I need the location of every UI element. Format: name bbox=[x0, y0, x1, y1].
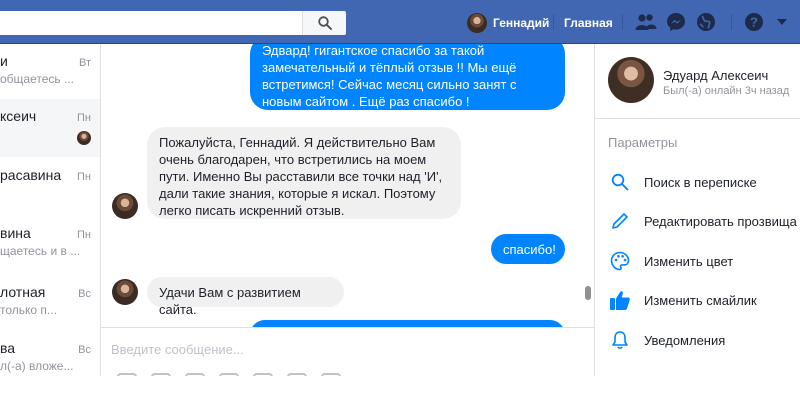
contact-avatar[interactable] bbox=[608, 57, 654, 103]
option-label: Изменить цвет bbox=[644, 253, 734, 269]
option-label: Поиск в переписке bbox=[644, 174, 757, 190]
profile-link[interactable]: Геннадий bbox=[467, 12, 549, 34]
conversation-snippet: щаетесь и в ... bbox=[0, 244, 81, 258]
friends-icon[interactable] bbox=[634, 10, 658, 34]
profile-name: Геннадий bbox=[493, 16, 550, 30]
option-label: Редактировать прозвища bbox=[644, 213, 797, 229]
bell-icon bbox=[608, 328, 632, 352]
avatar bbox=[112, 193, 138, 219]
divider bbox=[731, 14, 732, 30]
conversation-date: Вс bbox=[78, 288, 91, 300]
search-button[interactable] bbox=[302, 11, 346, 35]
avatar bbox=[112, 279, 138, 305]
page-bottom bbox=[0, 376, 800, 409]
section-title: Параметры bbox=[608, 135, 678, 150]
avatar bbox=[467, 13, 487, 33]
conversation-date: Вс bbox=[78, 344, 91, 356]
pencil-icon bbox=[608, 209, 632, 233]
contact-name[interactable]: Эдуард Алексеич bbox=[663, 68, 768, 83]
notifications-option[interactable]: Уведомления bbox=[608, 328, 725, 352]
svg-text:?: ? bbox=[750, 15, 758, 30]
thumbs-up-icon bbox=[608, 288, 632, 312]
conversation-name: расавина bbox=[0, 167, 62, 183]
incoming-message: Пожалуйста, Геннадий. Я действительно Ва… bbox=[147, 127, 461, 219]
conversation-name: вина bbox=[0, 225, 31, 241]
conversation-item[interactable]: расавина Пн bbox=[0, 158, 100, 216]
messenger-icon[interactable] bbox=[664, 10, 688, 34]
conversation-item[interactable]: лотная только п... Вс bbox=[0, 275, 100, 333]
outgoing-message: Эдвард! гигантское спасибо за такой заме… bbox=[250, 44, 565, 110]
change-color-option[interactable]: Изменить цвет bbox=[608, 249, 733, 273]
conversation-item[interactable]: ва л(-а) вложе... Вс bbox=[0, 331, 100, 376]
outgoing-message-partial bbox=[250, 320, 565, 327]
conversation-item[interactable]: ксеич Пн bbox=[0, 99, 100, 157]
scrollbar[interactable] bbox=[585, 286, 591, 300]
message-thread[interactable]: Эдвард! гигантское спасибо за такой заме… bbox=[101, 44, 594, 327]
conversation-info-panel: Эдуард Алексеич Был(-а) онлайн 3ч назад … bbox=[594, 44, 800, 376]
home-link[interactable]: Главная bbox=[564, 16, 613, 30]
help-icon[interactable]: ? bbox=[742, 10, 766, 34]
change-emoji-option[interactable]: Изменить смайлик bbox=[608, 288, 757, 312]
conversation-item[interactable]: вина щаетесь и в ... Пн bbox=[0, 216, 100, 274]
dropdown-arrow-icon[interactable] bbox=[770, 10, 794, 34]
conversation-snippet: только п... bbox=[0, 303, 57, 317]
top-navigation-bar: Геннадий Главная ? bbox=[0, 0, 800, 44]
conversation-name: ксеич bbox=[0, 108, 37, 124]
conversation-item[interactable]: и общаетесь ... Вт bbox=[0, 44, 100, 102]
contact-status: Был(-а) онлайн 3ч назад bbox=[663, 85, 790, 97]
search-icon bbox=[317, 16, 332, 30]
outgoing-message: спасибо! bbox=[491, 234, 565, 264]
conversation-name: лотная bbox=[0, 284, 46, 300]
search-in-conversation-option[interactable]: Поиск в переписке bbox=[608, 170, 757, 194]
message-input[interactable] bbox=[111, 342, 571, 357]
globe-icon[interactable] bbox=[694, 10, 718, 34]
option-label: Уведомления bbox=[644, 332, 726, 348]
divider bbox=[553, 14, 554, 30]
conversation-list: и общаетесь ... Вт ксеич Пн расавина Пн … bbox=[0, 44, 101, 376]
conversation-date: Вт bbox=[78, 57, 91, 69]
search-icon bbox=[608, 170, 632, 194]
palette-icon bbox=[608, 249, 632, 273]
edit-nicknames-option[interactable]: Редактировать прозвища bbox=[608, 209, 797, 233]
message-composer bbox=[101, 327, 594, 383]
conversation-date: Пн bbox=[77, 229, 91, 241]
conversation-date: Пн bbox=[77, 112, 91, 124]
option-label: Изменить смайлик bbox=[644, 292, 757, 308]
incoming-message: Удачи Вам с развитием сайта. bbox=[147, 277, 344, 317]
conversation-snippet: общаетесь ... bbox=[0, 72, 74, 86]
conversation-date: Пн bbox=[77, 171, 91, 183]
divider bbox=[622, 14, 623, 30]
divider bbox=[595, 118, 800, 119]
conversation-snippet: л(-а) вложе... bbox=[0, 359, 74, 373]
seen-avatar bbox=[77, 131, 91, 145]
conversation-name: ва bbox=[0, 340, 16, 356]
conversation-name: и bbox=[0, 53, 8, 69]
search-field[interactable] bbox=[0, 11, 346, 35]
